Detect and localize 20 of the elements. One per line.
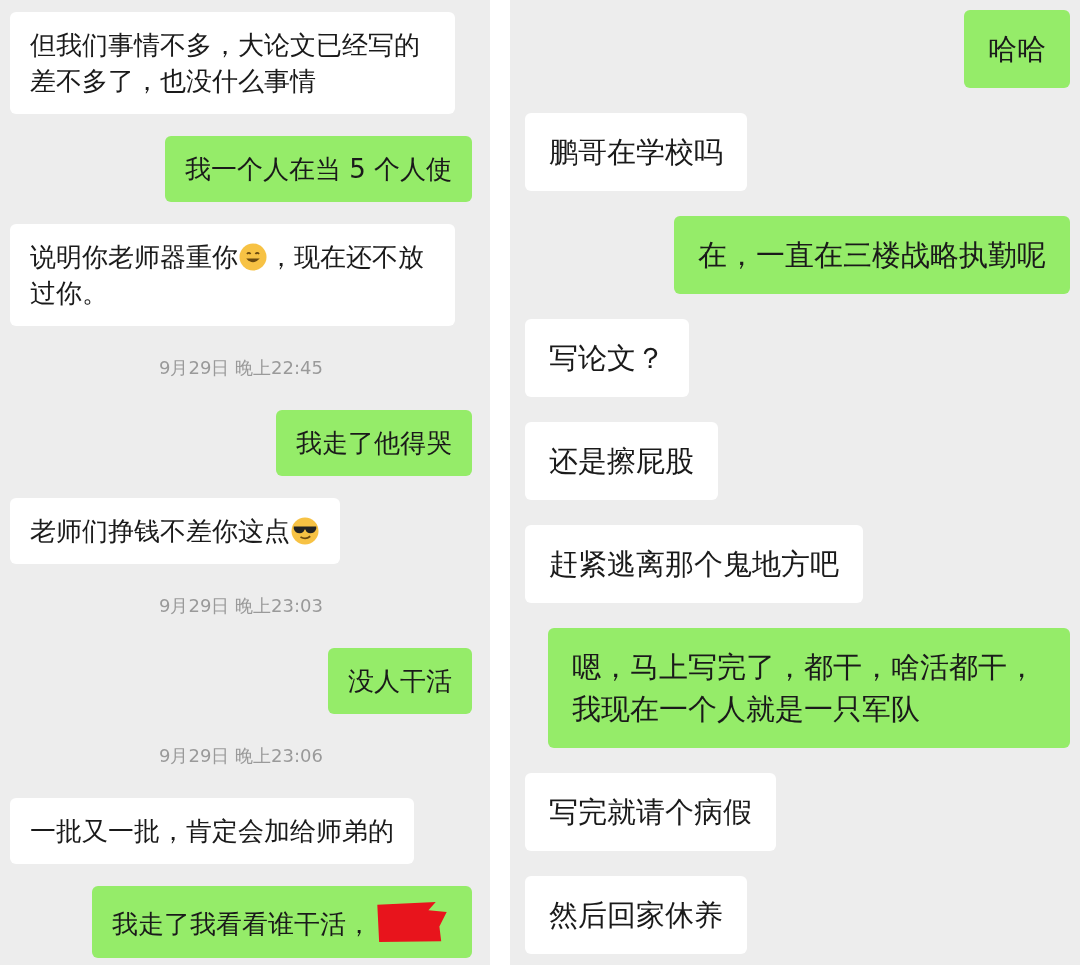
received-message: 还是擦屁股 [525, 422, 718, 500]
sent-message: 我走了我看看谁干活， [92, 886, 472, 958]
sent-message: 在，一直在三楼战略执勤呢 [674, 216, 1070, 294]
timestamp: 9月29日 晚上23:03 [159, 594, 323, 618]
received-message: 赶紧逃离那个鬼地方吧 [525, 525, 863, 603]
received-message: 但我们事情不多，大论文已经写的差不多了，也没什么事情 [10, 12, 455, 114]
timestamp: 9月29日 晚上22:45 [159, 356, 323, 380]
received-message: 然后回家休养 [525, 876, 747, 954]
sent-message: 我走了他得哭 [276, 410, 472, 476]
received-message: 写完就请个病假 [525, 773, 776, 851]
sent-message: 嗯，马上写完了，都干，啥活都干，我现在一个人就是一只军队 [548, 628, 1070, 748]
received-message: 老师们挣钱不差你这点 [10, 498, 340, 564]
timestamp: 9月29日 晚上23:06 [159, 744, 323, 768]
received-message: 一批又一批，肯定会加给师弟的 [10, 798, 414, 864]
received-message: 说明你老师器重你 ，现在还不放过你。 [10, 224, 455, 326]
sent-message: 我一个人在当 5 个人使 [164, 136, 472, 202]
received-message: 鹏哥在学校吗 [525, 113, 747, 191]
sent-message: 没人干活 [328, 648, 472, 714]
received-message: 写论文？ [525, 319, 689, 397]
sent-message: 哈哈 [964, 10, 1070, 88]
